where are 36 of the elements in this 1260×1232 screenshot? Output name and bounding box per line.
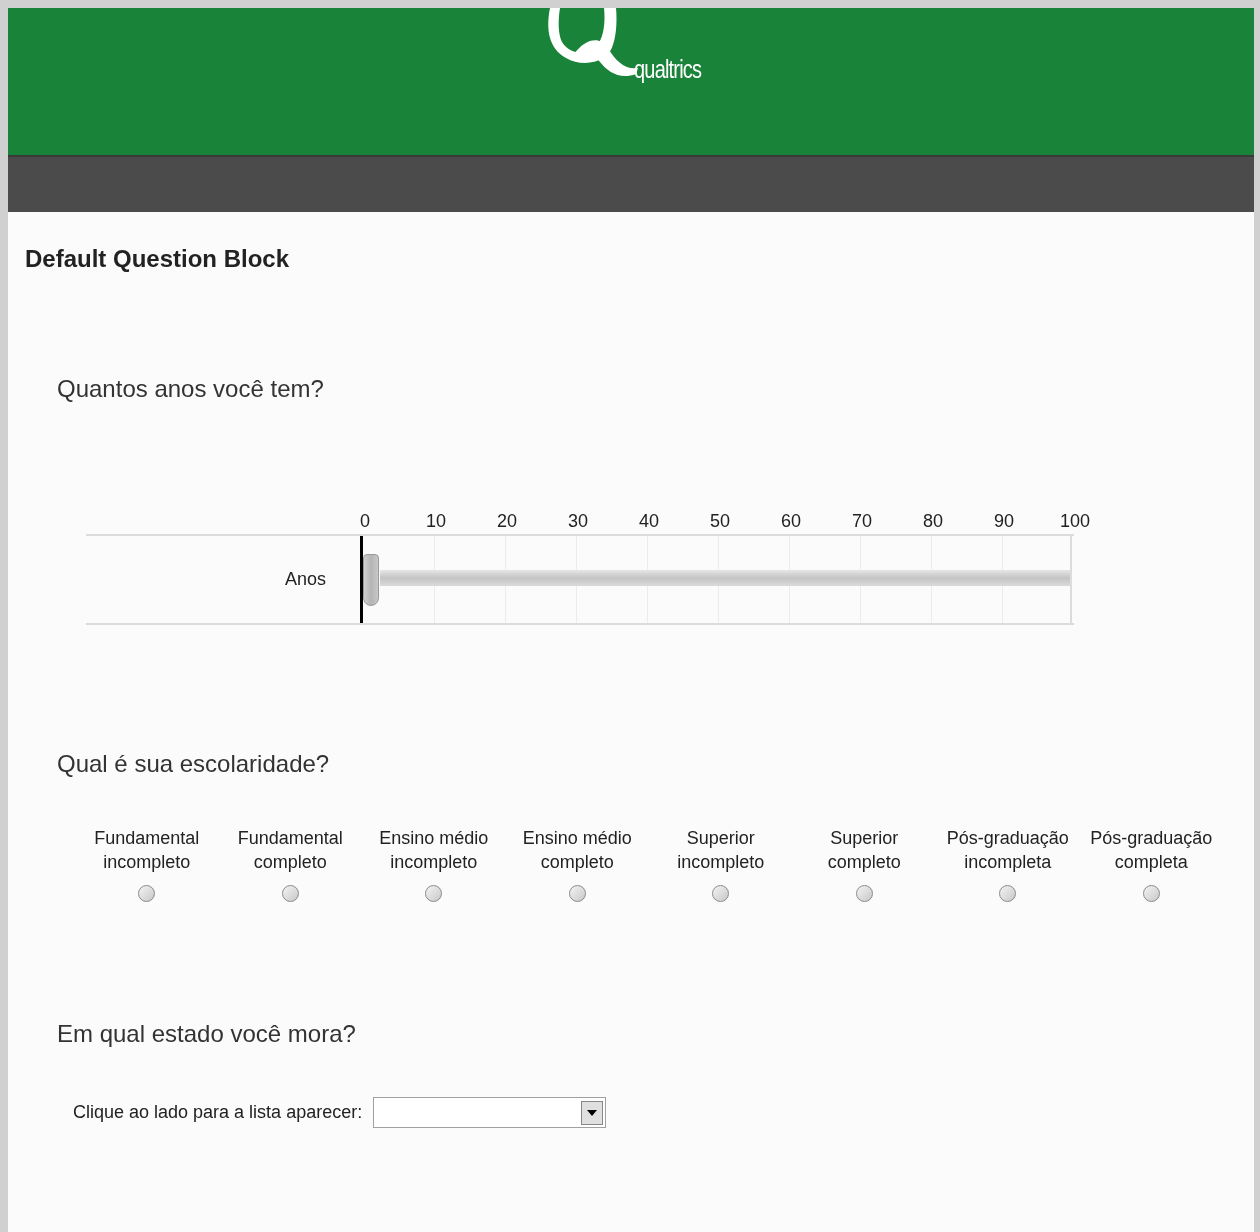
slider-handle[interactable] [363, 554, 379, 606]
question-text: Qual é sua escolaridade? [56, 749, 331, 779]
radio-button[interactable] [712, 885, 730, 902]
scale-label: 50 [710, 510, 730, 533]
option-label: Pós-graduação completa [1090, 827, 1213, 874]
scale-label: 40 [639, 510, 659, 533]
option-label: Pós-graduação incompleta [946, 827, 1069, 874]
dropdown-label: Clique ao lado para a lista aparecer: [73, 1101, 363, 1124]
option-label: Ensino médio incompleto [379, 827, 489, 874]
scale-label: 10 [426, 510, 446, 533]
radio-button[interactable] [1142, 885, 1160, 902]
radio-button[interactable] [281, 885, 299, 902]
question-text: Em qual estado você mora? [56, 1019, 357, 1049]
block-title: Default Question Block [25, 244, 291, 274]
slider-track[interactable] [360, 536, 1072, 623]
radio-button[interactable] [425, 885, 443, 902]
option-label: Superior completo [827, 827, 901, 874]
logo-text: qualtrics [634, 56, 702, 82]
radio-button[interactable] [138, 885, 156, 902]
scale-label: 20 [497, 510, 517, 533]
radio-button[interactable] [999, 885, 1017, 902]
option-label: Fundamental incompleto [94, 827, 200, 874]
scale-label: 30 [568, 510, 588, 533]
radio-button[interactable] [855, 885, 873, 902]
option-label: Superior incompleto [677, 827, 765, 874]
scale-label: 90 [994, 510, 1014, 533]
scale-label: 80 [923, 510, 943, 533]
radio-button[interactable] [568, 885, 586, 902]
row-label: Anos [284, 568, 326, 591]
option-label: Ensino médio completo [522, 827, 632, 874]
scale-label: 70 [852, 510, 872, 533]
scale-label: 0 [360, 510, 370, 533]
question-text: Quantos anos você tem? [56, 374, 325, 404]
scale-label: 60 [781, 510, 801, 533]
scale-label: 100 [1060, 510, 1090, 533]
option-label: Fundamental completo [237, 827, 343, 874]
